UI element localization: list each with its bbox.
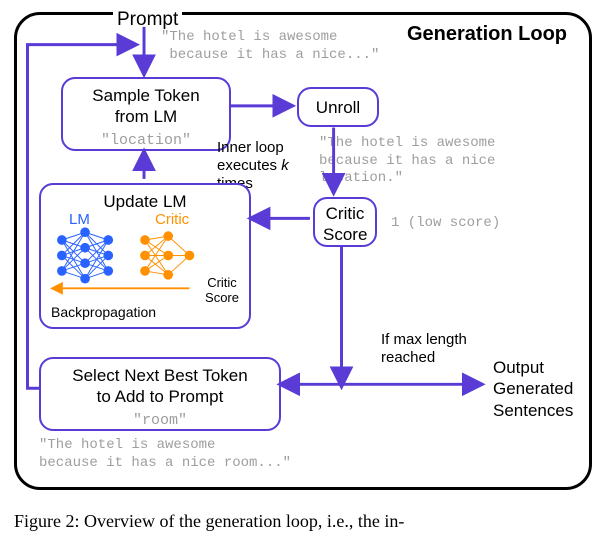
critic-text: Critic (155, 211, 189, 230)
sample-token-box: Sample Token from LM "location" (61, 77, 231, 151)
title: Generation Loop (407, 23, 567, 46)
prompt-text: "The hotel is awesome because it has a n… (161, 29, 379, 64)
sample-token-label: Sample Token from LM (71, 85, 221, 128)
unroll-box: Unroll (297, 87, 379, 127)
update-lm-box: Update LM LM Critic Critic Score Backpro… (39, 183, 251, 329)
select-label: Select Next Best Token to Add to Prompt (49, 365, 271, 408)
select-sub: "room" (49, 412, 271, 431)
diagram-frame: Generation Loop Prompt "The hotel is awe… (14, 12, 592, 490)
maxlen-label: If max length reached (381, 331, 467, 367)
unroll-output: "The hotel is awesome because it has a n… (319, 135, 495, 188)
backprop-text: Backpropagation (51, 304, 156, 322)
prompt-label: Prompt (113, 9, 182, 31)
unroll-label: Unroll (307, 97, 369, 118)
critic-output: 1 (low score) (391, 215, 500, 233)
critic-score-text: Critic Score (205, 276, 239, 305)
output-label: Output Generated Sentences (493, 357, 573, 421)
figure-caption: Figure 2: Overview of the generation loo… (0, 511, 606, 532)
select-box: Select Next Best Token to Add to Prompt … (39, 357, 281, 431)
update-lm-inner: LM Critic Critic Score Backpropagation (41, 211, 249, 327)
critic-score-label: Critic Score (323, 203, 367, 246)
lm-text: LM (69, 211, 90, 230)
final-prompt: "The hotel is awesome because it has a n… (39, 437, 291, 472)
sample-token-sub: "location" (71, 132, 221, 151)
critic-score-box: Critic Score (313, 197, 377, 247)
update-lm-label: Update LM (49, 191, 241, 212)
